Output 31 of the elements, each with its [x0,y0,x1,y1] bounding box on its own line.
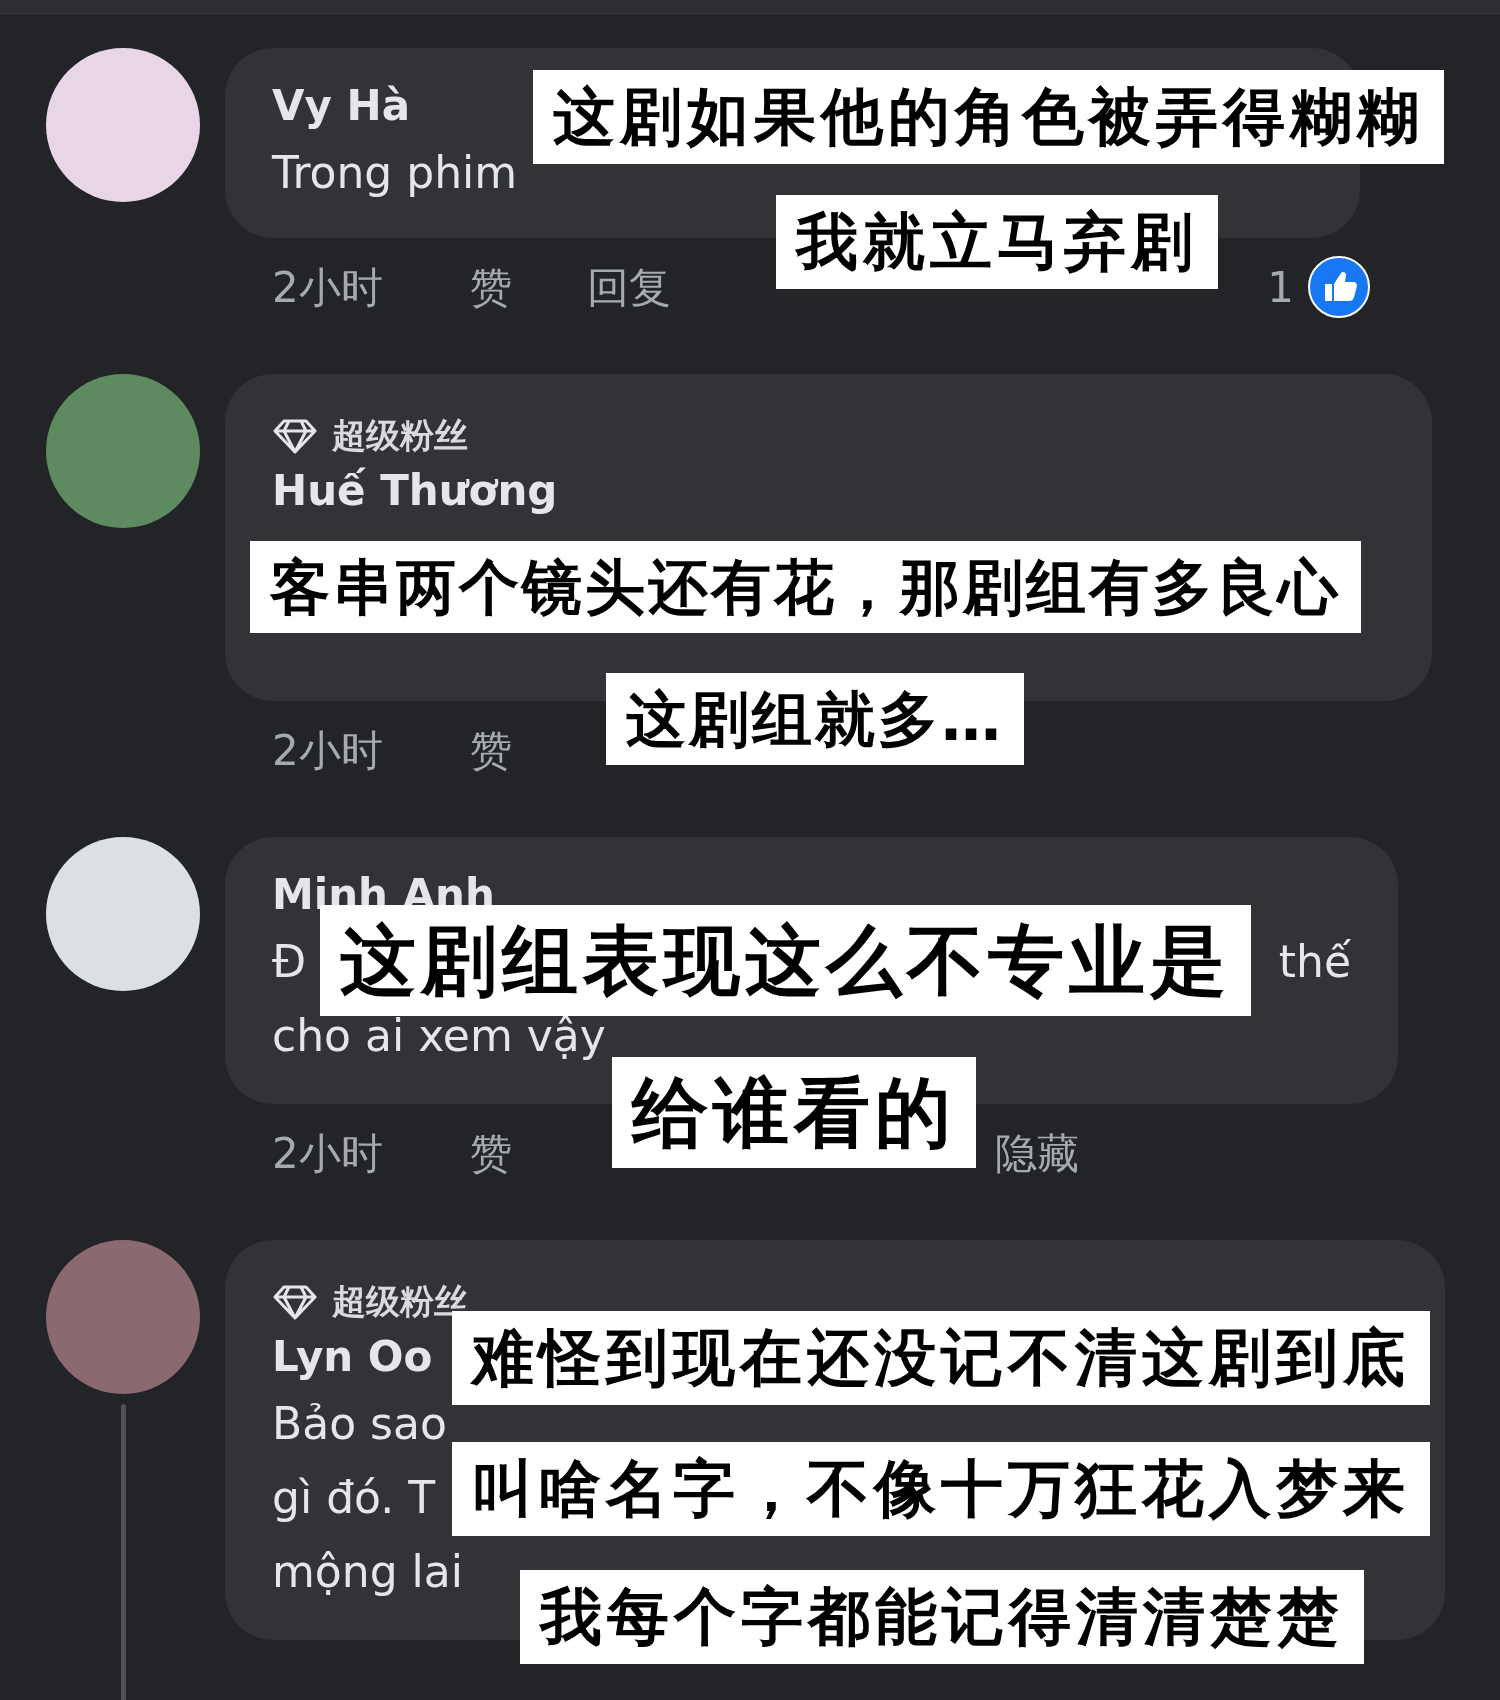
caption-overlay: 给谁看的 [612,1057,976,1169]
comment-text: thế [1278,935,1351,989]
comment-text: Trong phim [272,146,518,200]
like-link[interactable]: 赞 [470,718,512,782]
caption-overlay: 叫啥名字，不像十万狂花入梦来 [452,1442,1430,1537]
comment-time: 2小时 [272,261,383,314]
caption-overlay: 客串两个镜头还有花，那剧组有多良心 [250,541,1361,633]
comment-time: 2小时 [272,1127,383,1180]
comment-text: gì đó. T [272,1471,436,1525]
comment-time: 2小时 [272,724,383,777]
caption-overlay: 我每个字都能记得清清楚楚 [520,1570,1364,1665]
reply-link[interactable]: 回复 [587,255,671,319]
comment-text: mộng lai [272,1545,463,1599]
comment-text: Đ [272,935,307,989]
caption-overlay: 我就立马弃剧 [776,195,1218,290]
commenter-name[interactable]: Huế Thương [272,461,558,521]
diamond-icon [272,417,318,454]
thumbs-up-icon[interactable] [1308,256,1370,318]
like-link[interactable]: 赞 [470,255,512,319]
comment-text: Bảo sao [272,1397,447,1451]
caption-overlay: 这剧如果他的角色被弄得糊糊 [533,70,1444,165]
like-link[interactable]: 赞 [470,1121,512,1185]
hide-link[interactable]: 隐藏 [995,1121,1079,1185]
caption-overlay: 这剧组表现这么不专业是 [320,905,1251,1017]
commenter-name[interactable]: Lyn Oo [272,1327,433,1387]
diamond-icon [272,1283,318,1320]
fan-badge-label: 超级粉丝 [332,414,468,457]
caption-overlay: 难怪到现在还没记不清这剧到底 [452,1311,1430,1406]
commenter-name[interactable]: Vy Hà [272,76,410,136]
caption-overlay: 这剧组就多… [606,673,1024,765]
like-count: 1 [1267,261,1294,314]
